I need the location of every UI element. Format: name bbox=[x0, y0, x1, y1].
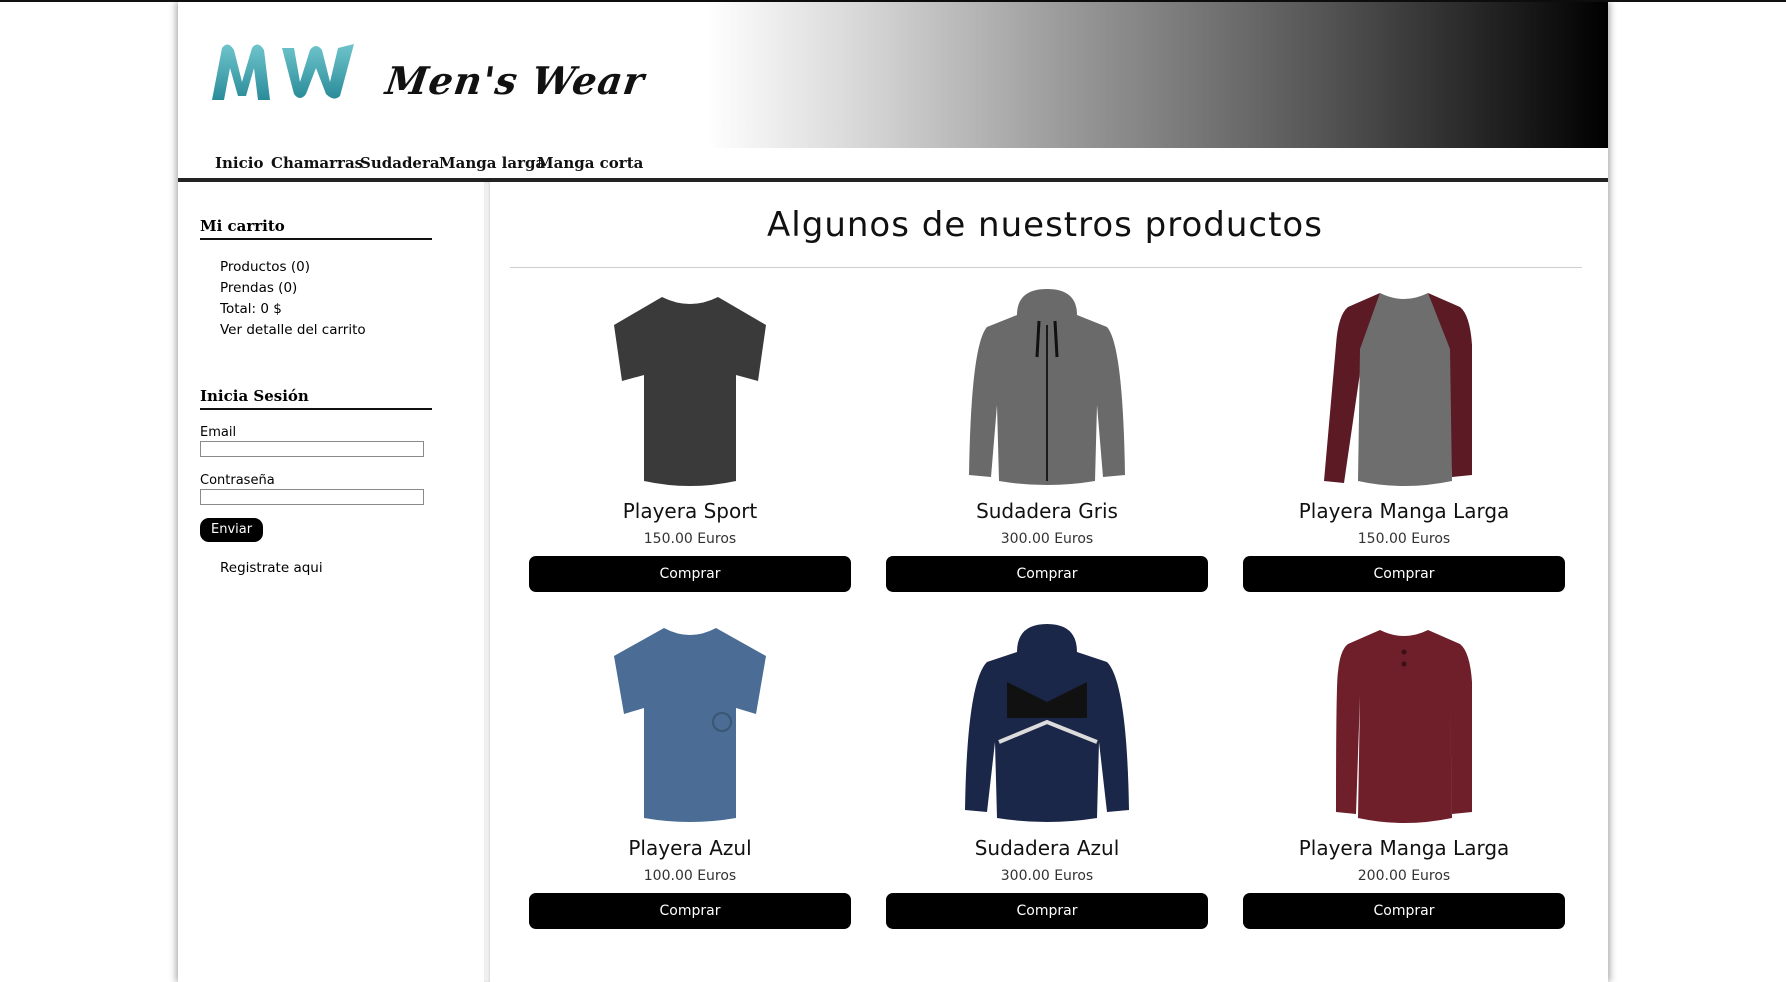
hoodie-icon[interactable] bbox=[947, 285, 1147, 490]
email-field[interactable] bbox=[200, 441, 424, 457]
product-card: Playera Azul 100.00 Euros Comprar bbox=[529, 622, 851, 929]
buy-button[interactable]: Comprar bbox=[529, 556, 851, 592]
product-card: Sudadera Azul 300.00 Euros Comprar bbox=[886, 622, 1208, 929]
login-submit-button[interactable]: Enviar bbox=[200, 518, 264, 542]
buy-button[interactable]: Comprar bbox=[1243, 893, 1565, 929]
register-link[interactable]: Registrate aqui bbox=[220, 560, 440, 576]
brand-name: Men's Wear bbox=[382, 58, 648, 103]
product-price: 150.00 Euros bbox=[1357, 531, 1451, 547]
nav-item-manga-larga[interactable]: Manga larga bbox=[439, 154, 545, 172]
buy-button[interactable]: Comprar bbox=[1243, 556, 1565, 592]
product-name: Playera Manga Larga bbox=[1298, 499, 1510, 523]
cart-title: Mi carrito bbox=[200, 217, 432, 240]
product-card: Playera Manga Larga 200.00 Euros Comprar bbox=[1243, 622, 1565, 929]
password-field[interactable] bbox=[200, 489, 424, 505]
product-name: Playera Sport bbox=[622, 499, 758, 523]
page-title: Algunos de nuestros productos bbox=[767, 205, 1323, 245]
raglan-shirt-icon[interactable] bbox=[1304, 285, 1504, 490]
content-divider bbox=[484, 182, 490, 982]
product-name: Sudadera Gris bbox=[976, 499, 1118, 523]
login-title: Inicia Sesión bbox=[200, 387, 432, 410]
site-header: Men's Wear bbox=[178, 2, 1608, 148]
product-price: 200.00 Euros bbox=[1357, 868, 1451, 884]
sidebar: Mi carrito Productos (0) Prendas (0) Tot… bbox=[200, 217, 440, 576]
page-container: Men's Wear Inicio Chamarras Sudadera Man… bbox=[178, 2, 1608, 982]
short-sleeve-shirt-icon[interactable] bbox=[590, 622, 790, 827]
nav-item-inicio[interactable]: Inicio bbox=[215, 154, 263, 172]
buy-button[interactable]: Comprar bbox=[886, 893, 1208, 929]
cart-items-count: Prendas (0) bbox=[220, 280, 298, 296]
product-price: 100.00 Euros bbox=[643, 868, 737, 884]
main-nav: Inicio Chamarras Sudadera Manga larga Ma… bbox=[178, 148, 1608, 182]
product-card: Playera Sport 150.00 Euros Comprar bbox=[529, 285, 851, 592]
product-card: Sudadera Gris 300.00 Euros Comprar bbox=[886, 285, 1208, 592]
product-name: Playera Azul bbox=[628, 836, 752, 860]
nav-item-chamarras[interactable]: Chamarras bbox=[271, 154, 363, 172]
mw-logo-icon[interactable] bbox=[208, 38, 358, 104]
product-price: 300.00 Euros bbox=[1000, 868, 1094, 884]
buy-button[interactable]: Comprar bbox=[529, 893, 851, 929]
product-price: 150.00 Euros bbox=[643, 531, 737, 547]
product-name: Sudadera Azul bbox=[974, 836, 1120, 860]
product-price: 300.00 Euros bbox=[1000, 531, 1094, 547]
password-label: Contraseña bbox=[200, 473, 275, 488]
cart-summary: Productos (0) Prendas (0) Total: 0 $ Ver… bbox=[220, 257, 440, 341]
long-sleeve-shirt-icon[interactable] bbox=[1304, 622, 1504, 827]
cart-detail-link[interactable]: Ver detalle del carrito bbox=[220, 320, 440, 341]
cart-total: Total: 0 $ bbox=[220, 301, 282, 317]
product-card: Playera Manga Larga 150.00 Euros Comprar bbox=[1243, 285, 1565, 592]
short-sleeve-shirt-icon[interactable] bbox=[590, 285, 790, 490]
nav-item-sudadera[interactable]: Sudadera bbox=[360, 154, 440, 172]
hoodie-icon[interactable] bbox=[947, 622, 1147, 827]
email-label: Email bbox=[200, 425, 237, 440]
nav-item-manga-corta[interactable]: Manga corta bbox=[537, 154, 643, 172]
product-name: Playera Manga Larga bbox=[1298, 836, 1510, 860]
title-divider bbox=[510, 267, 1582, 268]
cart-products-count: Productos (0) bbox=[220, 259, 310, 275]
buy-button[interactable]: Comprar bbox=[886, 556, 1208, 592]
